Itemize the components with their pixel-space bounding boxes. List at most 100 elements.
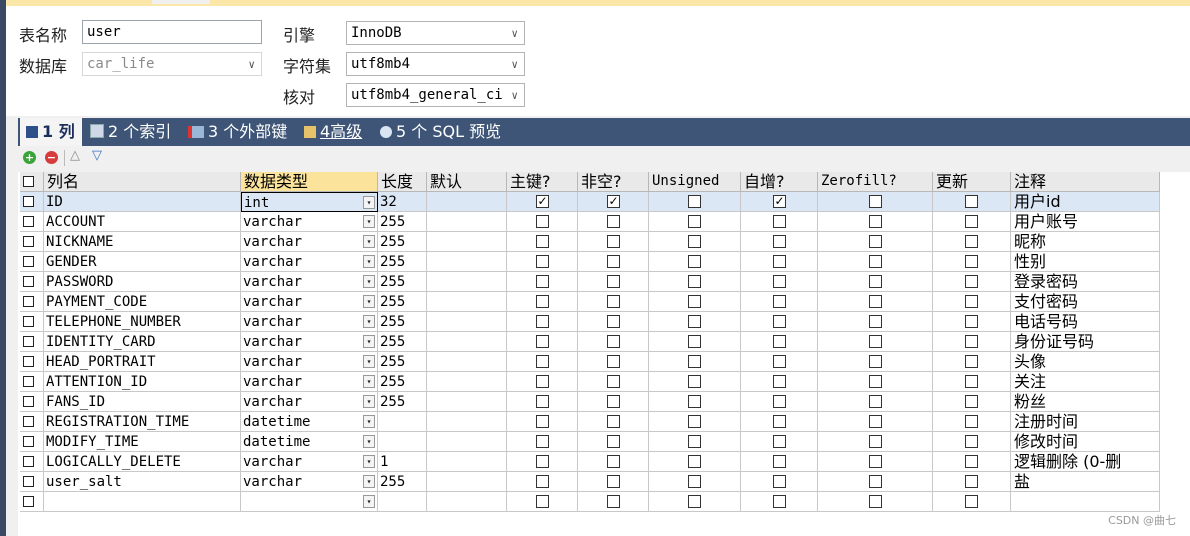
cell-default[interactable] — [427, 312, 507, 332]
cell-comment[interactable]: 身份证号码 — [1011, 332, 1160, 352]
cell-ai[interactable] — [741, 252, 818, 272]
cell-on_update[interactable] — [933, 372, 1011, 392]
row-select-cell[interactable] — [20, 332, 44, 352]
cell-pk[interactable] — [507, 272, 578, 292]
cell-zerofill[interactable] — [818, 212, 933, 232]
ai-checkbox[interactable] — [773, 355, 786, 368]
on_update-checkbox[interactable] — [965, 375, 978, 388]
on_update-checkbox[interactable] — [965, 435, 978, 448]
cell-nn[interactable] — [578, 432, 649, 452]
cell-on_update[interactable] — [933, 332, 1011, 352]
tab-columns[interactable]: 1 列 — [20, 118, 82, 146]
ai-checkbox[interactable] — [773, 295, 786, 308]
cell-type[interactable]: varchar ▾ — [241, 312, 378, 332]
zerofill-checkbox[interactable] — [869, 235, 882, 248]
cell-comment[interactable]: 昵称 — [1011, 232, 1160, 252]
cell-default[interactable] — [427, 232, 507, 252]
cell-type[interactable]: varchar ▾ — [241, 352, 378, 372]
row-select-checkbox[interactable] — [23, 216, 34, 227]
cell-type[interactable]: varchar ▾ — [241, 232, 378, 252]
cell-ai[interactable] — [741, 212, 818, 232]
unsigned-checkbox[interactable] — [688, 235, 701, 248]
cell-length[interactable]: 255 — [378, 352, 427, 372]
ai-checkbox[interactable]: ✓ — [773, 195, 786, 208]
cell-ai[interactable] — [741, 452, 818, 472]
on_update-checkbox[interactable] — [965, 295, 978, 308]
header-primary-key[interactable]: 主键? — [507, 172, 578, 192]
nn-checkbox[interactable] — [607, 295, 620, 308]
header-not-null[interactable]: 非空? — [578, 172, 649, 192]
row-select-cell[interactable] — [20, 212, 44, 232]
cell-ai[interactable] — [741, 292, 818, 312]
on_update-checkbox[interactable] — [965, 235, 978, 248]
zerofill-checkbox[interactable] — [869, 495, 882, 508]
cell-on_update[interactable] — [933, 472, 1011, 492]
ai-checkbox[interactable] — [773, 455, 786, 468]
cell-nn[interactable] — [578, 292, 649, 312]
cell-type[interactable]: varchar ▾ — [241, 212, 378, 232]
cell-length[interactable] — [378, 432, 427, 452]
on_update-checkbox[interactable] — [965, 315, 978, 328]
cell-type[interactable]: varchar ▾ — [241, 292, 378, 312]
cell-length[interactable]: 255 — [378, 252, 427, 272]
zerofill-checkbox[interactable] — [869, 395, 882, 408]
cell-zerofill[interactable] — [818, 392, 933, 412]
engine-select[interactable]: InnoDB ∨ — [346, 21, 525, 45]
zerofill-checkbox[interactable] — [869, 455, 882, 468]
on_update-checkbox[interactable] — [965, 195, 978, 208]
cell-name[interactable]: IDENTITY_CARD — [44, 332, 241, 352]
cell-type[interactable]: varchar ▾ — [241, 392, 378, 412]
on_update-checkbox[interactable] — [965, 495, 978, 508]
cell-on_update[interactable] — [933, 232, 1011, 252]
cell-comment[interactable]: 支付密码 — [1011, 292, 1160, 312]
cell-unsigned[interactable] — [649, 192, 741, 212]
row-select-cell[interactable] — [20, 412, 44, 432]
nn-checkbox[interactable] — [607, 355, 620, 368]
cell-pk[interactable] — [507, 292, 578, 312]
unsigned-checkbox[interactable] — [688, 355, 701, 368]
row-select-cell[interactable] — [20, 372, 44, 392]
row-select-checkbox[interactable] — [23, 496, 34, 507]
cell-name[interactable]: PAYMENT_CODE — [44, 292, 241, 312]
cell-comment[interactable]: 关注 — [1011, 372, 1160, 392]
cell-name[interactable]: ATTENTION_ID — [44, 372, 241, 392]
cell-unsigned[interactable] — [649, 312, 741, 332]
cell-type[interactable]: datetime ▾ — [241, 412, 378, 432]
header-on-update[interactable]: 更新 — [933, 172, 1011, 192]
cell-on_update[interactable] — [933, 312, 1011, 332]
cell-default[interactable] — [427, 452, 507, 472]
cell-comment[interactable]: 修改时间 — [1011, 432, 1160, 452]
row-select-cell[interactable] — [20, 492, 44, 512]
cell-default[interactable] — [427, 472, 507, 492]
nn-checkbox[interactable] — [607, 275, 620, 288]
nn-checkbox[interactable] — [607, 215, 620, 228]
cell-ai[interactable] — [741, 352, 818, 372]
cell-zerofill[interactable] — [818, 412, 933, 432]
cell-nn[interactable] — [578, 492, 649, 512]
zerofill-checkbox[interactable] — [869, 355, 882, 368]
pk-checkbox[interactable] — [536, 335, 549, 348]
cell-ai[interactable] — [741, 392, 818, 412]
row-select-checkbox[interactable] — [23, 276, 34, 287]
cell-zerofill[interactable] — [818, 432, 933, 452]
type-dropdown-icon[interactable]: ▾ — [363, 196, 375, 209]
cell-on_update[interactable] — [933, 392, 1011, 412]
cell-nn[interactable] — [578, 412, 649, 432]
cell-default[interactable] — [427, 492, 507, 512]
cell-on_update[interactable] — [933, 252, 1011, 272]
unsigned-checkbox[interactable] — [688, 495, 701, 508]
type-dropdown-icon[interactable]: ▾ — [363, 275, 375, 288]
cell-ai[interactable] — [741, 412, 818, 432]
pk-checkbox[interactable] — [536, 415, 549, 428]
cell-comment[interactable]: 盐 — [1011, 472, 1160, 492]
cell-unsigned[interactable] — [649, 452, 741, 472]
ai-checkbox[interactable] — [773, 215, 786, 228]
cell-comment[interactable]: 登录密码 — [1011, 272, 1160, 292]
unsigned-checkbox[interactable] — [688, 455, 701, 468]
cell-ai[interactable] — [741, 332, 818, 352]
ai-checkbox[interactable] — [773, 275, 786, 288]
type-dropdown-icon[interactable]: ▾ — [363, 395, 375, 408]
cell-comment[interactable]: 用户账号 — [1011, 212, 1160, 232]
select-all-cell[interactable] — [20, 172, 44, 192]
tab-advanced[interactable]: 4高级 — [298, 118, 370, 146]
